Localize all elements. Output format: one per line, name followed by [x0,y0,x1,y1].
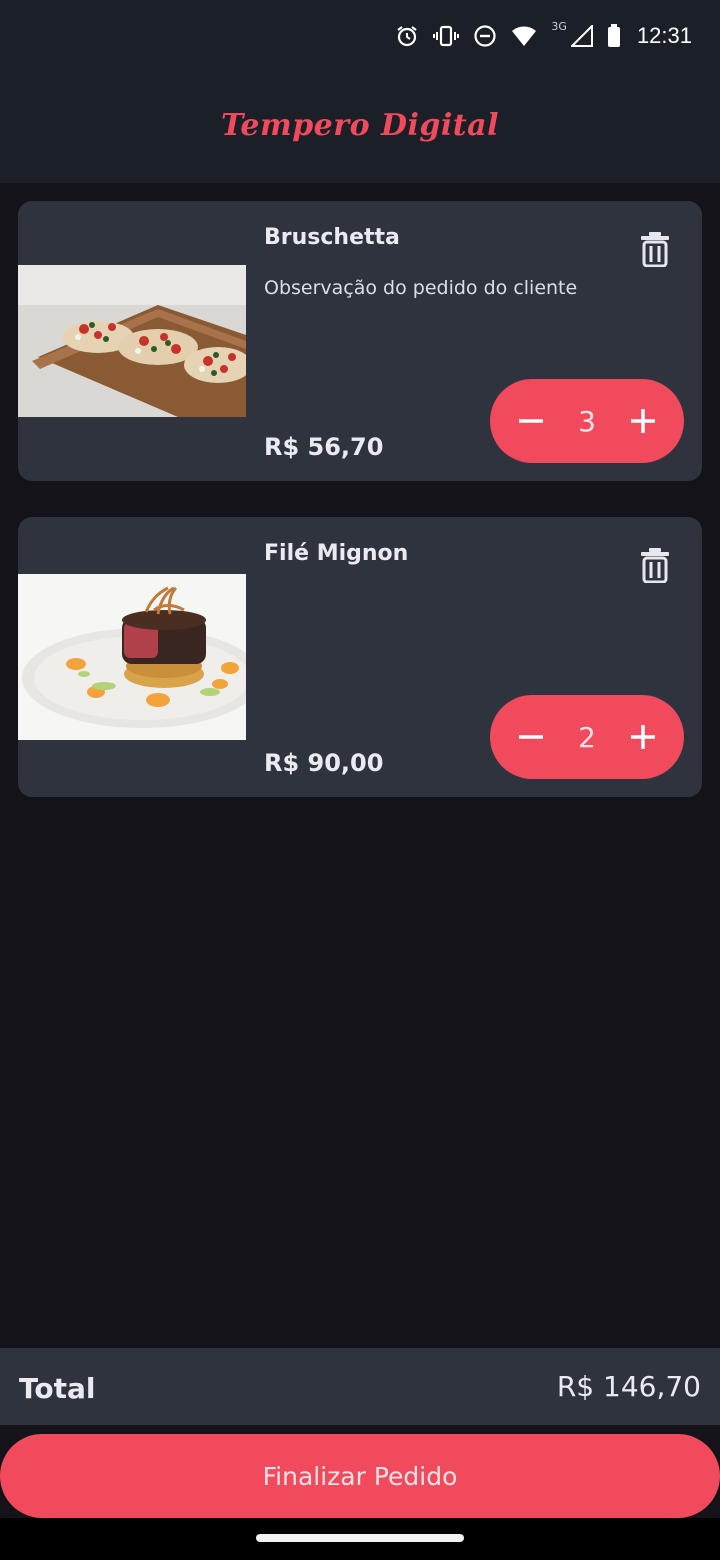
quantity-value: 2 [578,720,596,754]
trash-icon [641,232,669,268]
total-bar: Total R$ 146,70 [0,1348,720,1425]
cart-item-card: Filé Mignon R$ 90,00 2 [18,517,702,797]
total-label: Total [19,1372,96,1405]
total-value: R$ 146,70 [556,1370,701,1403]
alarm-icon [395,24,419,48]
item-note: Observação do pedido do cliente [264,277,578,299]
decrease-quantity-button[interactable] [516,406,546,436]
status-bar: 3G 12:31 [0,0,720,72]
system-navigation-bar [0,1518,720,1560]
status-icons: 3G 12:31 [395,18,692,54]
home-gesture-handle[interactable] [256,1534,464,1542]
signal-icon [570,25,593,47]
quantity-stepper: 2 [490,695,684,779]
increase-quantity-button[interactable] [628,722,658,752]
finish-order-button[interactable]: Finalizar Pedido [0,1434,720,1518]
item-price: R$ 56,70 [264,433,384,461]
wifi-icon [511,25,537,47]
app-title: Tempero Digital [220,108,499,143]
delete-item-button[interactable] [640,547,670,584]
do-not-disturb-icon [473,24,497,48]
file-mignon-image [18,574,246,740]
status-time: 12:31 [636,23,692,48]
item-name: Filé Mignon [264,541,409,566]
network-type-label: 3G [551,20,567,33]
cart-item-card: Bruschetta Observação do pedido do clien… [18,201,702,481]
item-price: R$ 90,00 [264,749,384,777]
delete-item-button[interactable] [640,231,670,268]
quantity-value: 3 [578,404,596,438]
increase-quantity-button[interactable] [628,406,658,436]
bruschetta-image [18,265,246,417]
decrease-quantity-button[interactable] [516,722,546,752]
quantity-stepper: 3 [490,379,684,463]
plus-icon [630,725,655,749]
minus-icon [519,419,543,423]
plus-icon [630,409,655,433]
app-header: 3G 12:31 Tempero Digital [0,0,720,183]
trash-icon [641,548,669,584]
minus-icon [519,735,543,739]
battery-icon [607,24,621,48]
vibrate-icon [433,24,460,48]
item-name: Bruschetta [264,225,400,250]
